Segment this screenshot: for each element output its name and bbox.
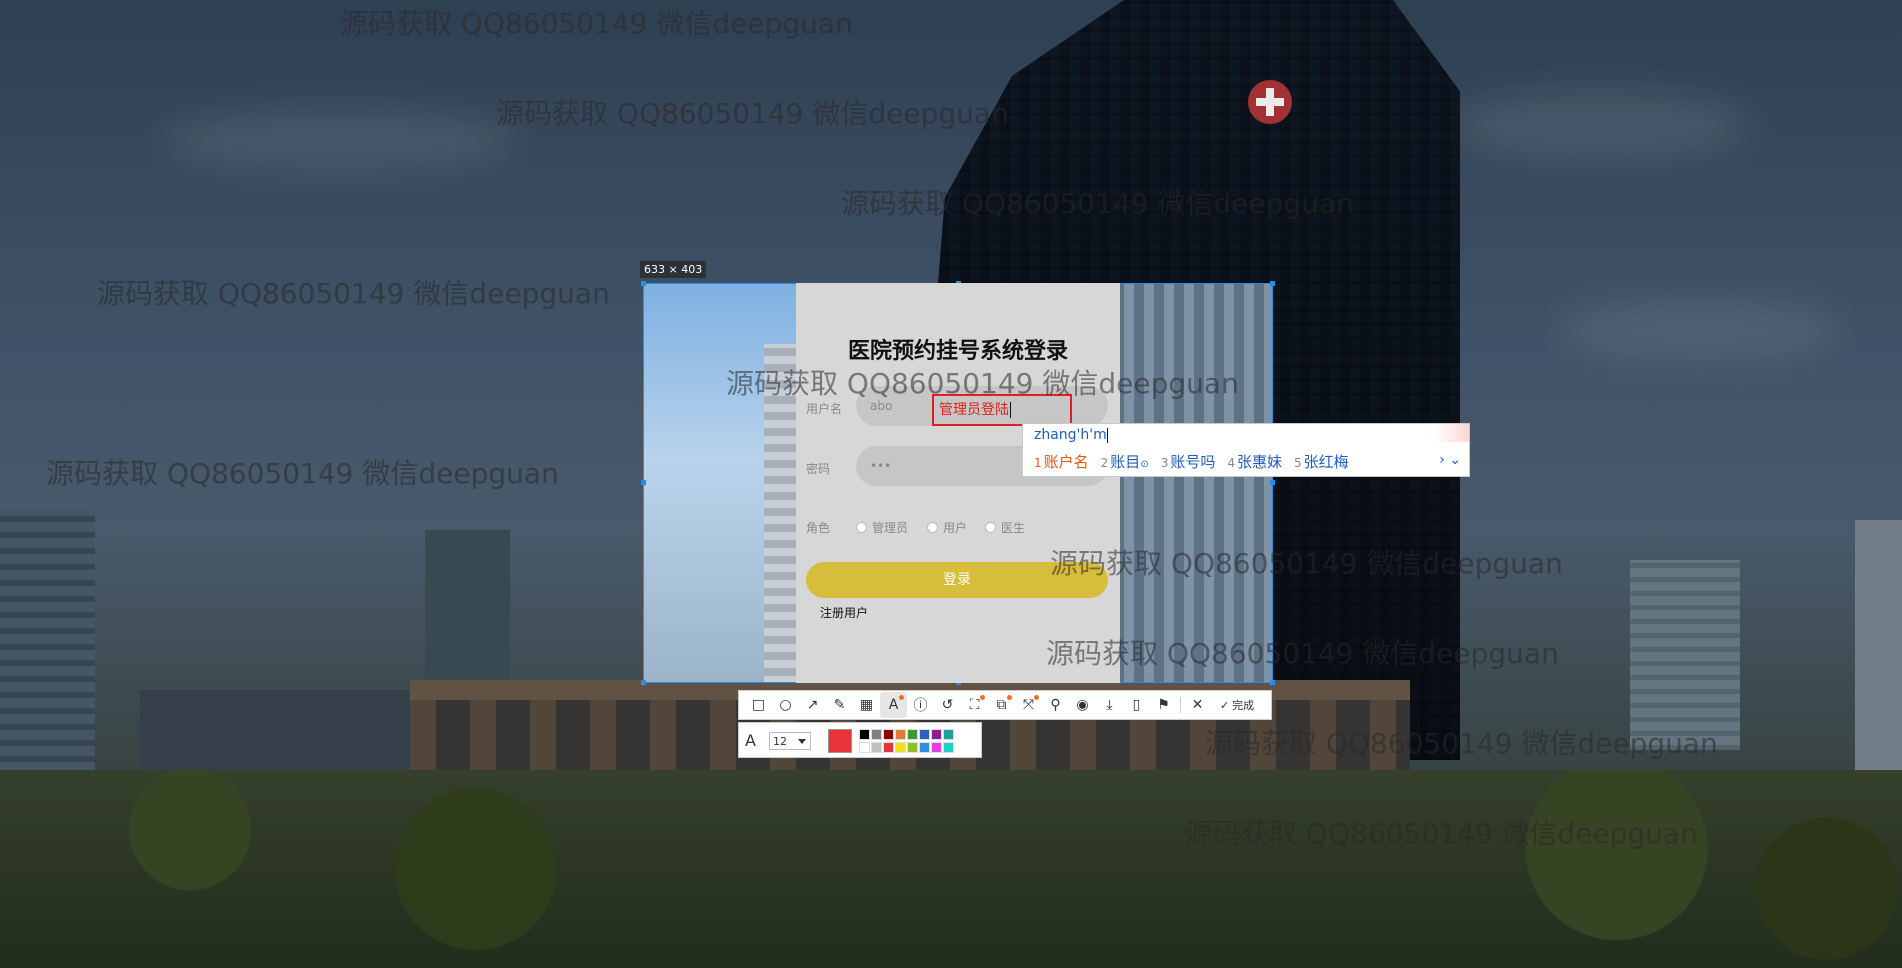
toolbar-separator: [1180, 697, 1181, 713]
password-label: 密码: [806, 462, 831, 476]
ime-candidate[interactable]: 5 张红梅: [1294, 451, 1349, 472]
mosaic-icon[interactable]: ▦: [853, 692, 880, 718]
color-swatch[interactable]: [907, 742, 918, 753]
color-swatch[interactable]: [871, 729, 882, 740]
watermark-text: 源码获取 QQ86050149 微信deepguan: [97, 277, 610, 310]
watermark-text: 源码获取 QQ86050149 微信deepguan: [726, 367, 1239, 400]
bookmark-icon[interactable]: ⚑: [1150, 692, 1177, 718]
watermark-text: 源码获取 QQ86050149 微信deepguan: [1050, 547, 1563, 580]
ime-logo: [1435, 424, 1469, 442]
role-label: 角色: [806, 521, 831, 535]
role-radio-admin[interactable]: 管理员: [856, 519, 908, 536]
ime-candidate[interactable]: 4 张惠妹: [1227, 451, 1282, 472]
resize-handle[interactable]: [1270, 281, 1275, 286]
long-capture-icon[interactable]: ⤧: [1015, 692, 1042, 718]
font-size-select[interactable]: 12: [769, 732, 811, 750]
color-swatch[interactable]: [883, 742, 894, 753]
sequence-icon[interactable]: ⓘ: [907, 692, 934, 718]
radio-circle[interactable]: [927, 522, 938, 533]
color-swatch[interactable]: [943, 729, 954, 740]
watermark-text: 源码获取 QQ86050149 微信deepguan: [1046, 637, 1559, 670]
color-swatch[interactable]: [931, 729, 942, 740]
ime-candidate[interactable]: 1 账户名: [1034, 451, 1089, 472]
ime-page-nav-icon[interactable]: › ⌄: [1439, 452, 1461, 468]
color-swatch[interactable]: [859, 742, 870, 753]
color-swatch[interactable]: [883, 729, 894, 740]
phone-icon[interactable]: ▯: [1123, 692, 1150, 718]
username-label: 用户名: [806, 402, 843, 416]
role-radio-user[interactable]: 用户: [927, 519, 967, 536]
color-swatch[interactable]: [895, 729, 906, 740]
radio-circle[interactable]: [985, 522, 996, 533]
pin-icon[interactable]: ⚲: [1042, 692, 1069, 718]
color-swatch[interactable]: [907, 729, 918, 740]
role-radio-doctor[interactable]: 医生: [985, 519, 1025, 536]
resize-handle[interactable]: [1270, 480, 1275, 485]
check-icon: ✓: [1219, 698, 1230, 712]
ime-candidate[interactable]: 2 账目⊙: [1101, 451, 1149, 472]
text-icon[interactable]: A: [880, 692, 907, 718]
pen-icon[interactable]: ✎: [826, 692, 853, 718]
ocr-icon[interactable]: ⛶: [961, 692, 988, 718]
watermark-text: 源码获取 QQ86050149 微信deepguan: [496, 97, 1009, 130]
color-swatch[interactable]: [871, 742, 882, 753]
color-swatch[interactable]: [919, 742, 930, 753]
rectangle-icon[interactable]: □: [745, 692, 772, 718]
close-icon[interactable]: ✕: [1184, 692, 1211, 718]
current-color-swatch[interactable]: [828, 729, 852, 753]
done-button[interactable]: ✓ 完成: [1211, 692, 1263, 718]
login-card: 医院预约挂号系统登录 用户名 abo 密码 ••• 角色 管理员 用户 医生 登…: [796, 283, 1120, 683]
text-caret: [1010, 402, 1011, 418]
login-title: 医院预约挂号系统登录: [847, 339, 1068, 364]
resize-handle[interactable]: [641, 281, 646, 286]
ime-candidates: 1 账户名 2 账目⊙ 3 账号吗 4 张惠妹 5 张红梅: [1034, 451, 1349, 472]
resize-handle[interactable]: [641, 680, 646, 685]
radio-circle[interactable]: [856, 522, 867, 533]
ime-pinyin: zhang'h'm: [1034, 427, 1108, 443]
register-link[interactable]: 注册用户: [820, 604, 868, 621]
color-swatch[interactable]: [943, 742, 954, 753]
record-icon[interactable]: ◉: [1069, 692, 1096, 718]
watermark-text: 源码获取 QQ86050149 微信deepguan: [46, 457, 559, 490]
color-swatch[interactable]: [931, 742, 942, 753]
ime-candidate-window: zhang'h'm 1 账户名 2 账目⊙ 3 账号吗 4 张惠妹 5 张红梅 › ⌄: [1022, 423, 1470, 477]
watermark-text: 源码获取 QQ86050149 微信deepguan: [1185, 817, 1698, 850]
ellipse-icon[interactable]: ○: [772, 692, 799, 718]
save-icon[interactable]: ⤓: [1096, 692, 1123, 718]
translate-icon[interactable]: ⧉: [988, 692, 1015, 718]
resize-handle[interactable]: [1270, 680, 1275, 685]
font-size-icon: A: [745, 731, 756, 750]
resize-handle[interactable]: [641, 480, 646, 485]
watermark-text: 源码获取 QQ86050149 微信deepguan: [1205, 727, 1718, 760]
color-swatch[interactable]: [919, 729, 930, 740]
screenshot-toolbar: □ ○ ↗ ✎ ▦ Aⓘ ↺ ⛶ ⧉ ⤧ ⚲ ◉ ⤓ ▯ ⚑ ✕ ✓ 完成: [738, 690, 1272, 720]
text-options-bar: A 12: [738, 722, 982, 758]
undo-icon[interactable]: ↺: [934, 692, 961, 718]
ime-candidate[interactable]: 3 账号吗: [1161, 451, 1216, 472]
watermark-text: 源码获取 QQ86050149 微信deepguan: [340, 7, 853, 40]
color-swatch[interactable]: [859, 729, 870, 740]
color-swatch[interactable]: [895, 742, 906, 753]
annotation-text: 管理员登陆: [939, 402, 1009, 418]
watermark-text: 源码获取 QQ86050149 微信deepguan: [841, 187, 1354, 220]
selection-size-label: 633 × 403: [640, 261, 707, 278]
arrow-icon[interactable]: ↗: [799, 692, 826, 718]
